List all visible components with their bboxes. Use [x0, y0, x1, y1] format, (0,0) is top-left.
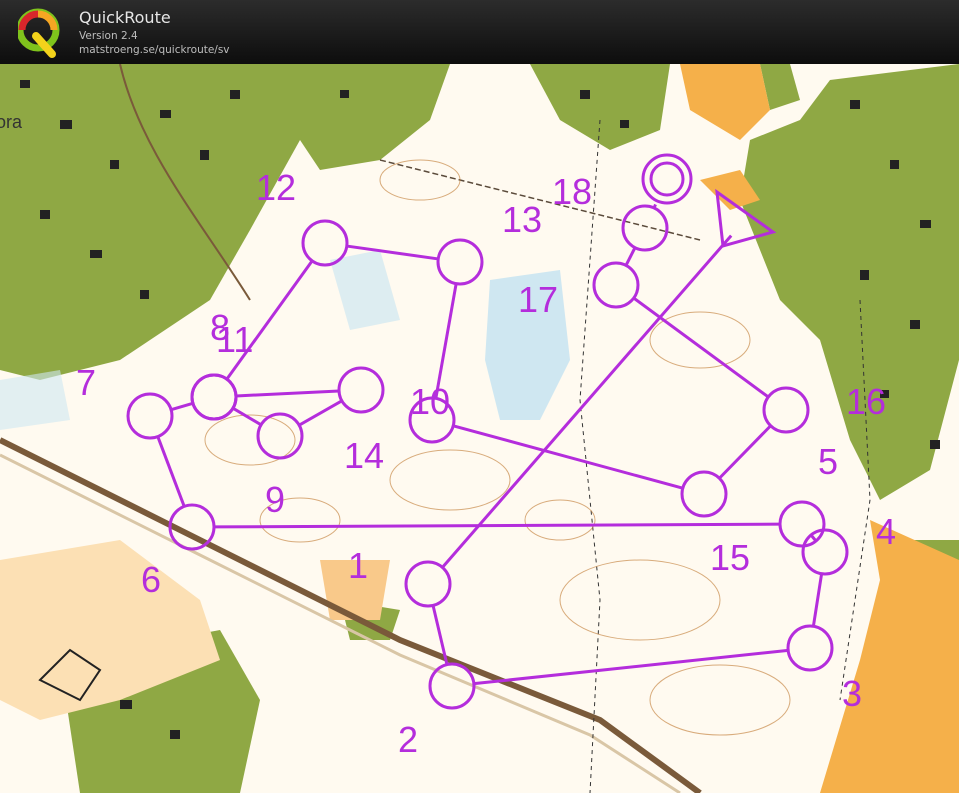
control-number-9: 9 [265, 479, 285, 520]
control-number-14: 14 [344, 435, 384, 476]
control-number-6: 6 [141, 559, 161, 600]
orienteering-map[interactable]: ora 1 2 3 4 5 6 7 8 9 10 11 12 13 14 15 16 17 18 [0, 64, 959, 793]
title-bar: QuickRoute Version 2.4 matstroeng.se/qui… [0, 0, 959, 64]
control-number-3: 3 [842, 673, 862, 714]
control-number-10: 10 [410, 381, 450, 422]
quickroute-logo-icon [18, 8, 60, 58]
control-number-16: 16 [846, 381, 886, 422]
control-number-15: 15 [710, 537, 750, 578]
control-number-13: 13 [502, 199, 542, 240]
control-number-4: 4 [876, 511, 896, 552]
map-canvas: ora 123456789101112131415161718 [0, 64, 959, 793]
app-title: QuickRoute [79, 8, 171, 27]
control-number-18: 18 [552, 171, 592, 212]
map-place-label: ora [0, 112, 23, 132]
control-number-1: 1 [348, 545, 368, 586]
control-number-2: 2 [398, 719, 418, 760]
control-number-11: 11 [216, 319, 253, 360]
control-number-12: 12 [256, 167, 296, 208]
control-number-7: 7 [76, 362, 96, 403]
control-number-17: 17 [518, 279, 558, 320]
app-url: matstroeng.se/quickroute/sv [79, 44, 230, 56]
app-version: Version 2.4 [79, 30, 138, 42]
control-number-5: 5 [818, 441, 838, 482]
